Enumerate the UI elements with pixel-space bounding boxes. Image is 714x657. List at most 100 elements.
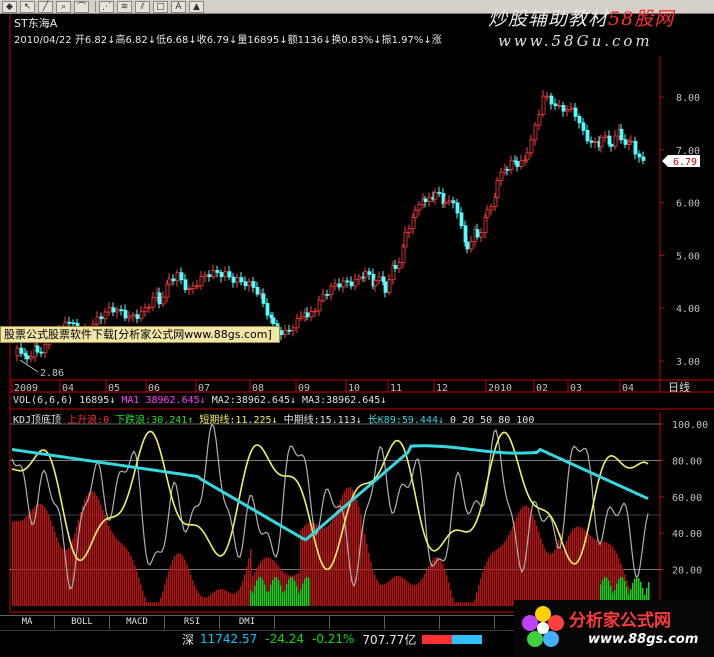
indicator-red-bar <box>384 584 386 606</box>
indicator-red-bar <box>512 526 514 606</box>
channel-icon[interactable]: ⫽ <box>135 0 150 13</box>
cursor-icon[interactable]: ↖ <box>20 0 35 13</box>
indicator-red-bar <box>516 516 518 606</box>
indicator-green-bar <box>280 585 282 606</box>
pattern-icon[interactable]: ≋ <box>117 0 132 13</box>
diamond-icon[interactable]: ◆ <box>2 0 17 13</box>
indicator-red-bar <box>372 568 374 606</box>
candle-body <box>489 205 494 211</box>
indicator-red-bar <box>104 515 106 606</box>
time-tick-label: 04 <box>622 383 634 394</box>
candle-body <box>525 152 530 161</box>
indicator-name: KDJ顶底顶 <box>13 415 62 426</box>
indicator-red-bar <box>86 495 88 606</box>
tab-ma[interactable]: MA <box>0 616 55 629</box>
candle-body <box>179 272 184 281</box>
candle-body <box>147 306 152 309</box>
tab-empty-6[interactable] <box>275 616 330 629</box>
tab-empty-7[interactable] <box>330 616 385 629</box>
volume-ma1: MA1 38962.645↓ <box>121 395 206 406</box>
tab-boll[interactable]: BOLL <box>55 616 110 629</box>
candle-body <box>349 281 354 287</box>
indicator-red-bar <box>566 540 568 606</box>
price-tick-label: 6.00 <box>676 199 700 210</box>
indicator-red-bar <box>182 556 184 606</box>
indicator-red-bar <box>212 592 214 606</box>
fan-icon[interactable]: ⋰ <box>99 0 114 13</box>
tab-rsi[interactable]: RSI <box>165 616 220 629</box>
indicator-red-bar <box>390 579 392 606</box>
candle-body <box>557 105 562 107</box>
arrow-up-icon[interactable]: ▲ <box>189 0 204 13</box>
indicator-red-bar <box>98 499 100 606</box>
tab-macd[interactable]: MACD <box>110 616 165 629</box>
indicator-down: 下跌浪:30.241↑ <box>115 415 194 426</box>
zoom-icon[interactable]: ⌕ <box>56 0 71 13</box>
indicator-green-bar <box>294 580 296 606</box>
indicator-red-bar <box>52 526 54 606</box>
indicator-short: 短期线:11.225↓ <box>199 415 278 426</box>
candle-body <box>231 276 236 283</box>
candle-body <box>613 135 618 147</box>
square-icon[interactable]: □ <box>153 0 168 13</box>
text-icon[interactable]: A <box>171 0 186 13</box>
tab-dmi[interactable]: DMI <box>220 616 275 629</box>
candle-body <box>345 280 350 283</box>
candle-body <box>313 310 318 313</box>
indicator-red-bar <box>458 602 460 606</box>
indicator-long: 长K89:59.444↓ <box>367 415 445 426</box>
trend-icon[interactable]: ⌒ <box>74 0 89 13</box>
indicator-red-bar <box>204 597 206 606</box>
indicator-red-bar <box>230 593 232 606</box>
candle-body <box>219 272 224 278</box>
indicator-red-bar <box>544 548 546 606</box>
indicator-red-bar <box>578 526 580 606</box>
candle-body <box>353 278 358 287</box>
candle-body <box>119 309 124 312</box>
indicator-red-bar <box>552 552 554 606</box>
price-tick-label: 8.00 <box>676 93 700 104</box>
indicator-red-bar <box>508 534 510 606</box>
indicator-red-bar <box>460 602 462 606</box>
candle-body <box>299 316 304 319</box>
indicator-red-bar <box>580 527 582 606</box>
indicator-y-axis: 100.00 80.00 60.00 40.00 20.00 <box>660 420 708 577</box>
indicator-red-bar <box>582 528 584 606</box>
indicator-tick-label: 40.00 <box>672 529 702 540</box>
indicator-red-bar <box>492 552 494 606</box>
promo-banner[interactable]: 股票公式股票软件下载[分析家公式网www.88gs.com] <box>0 326 280 343</box>
indicator-red-bar <box>536 525 538 606</box>
tab-empty-8[interactable] <box>385 616 440 629</box>
candle-body <box>187 288 192 291</box>
indicator-red-bar <box>456 602 458 606</box>
indicator-red-bar <box>246 566 248 606</box>
indicator-red-bar <box>392 577 394 606</box>
indicator-red-bar <box>92 491 94 606</box>
candle-body <box>623 139 628 145</box>
candle-body <box>161 296 166 305</box>
status-market: 深 <box>182 632 195 647</box>
candle-body <box>593 140 598 143</box>
candle-body <box>373 280 378 287</box>
indicator-red-bar <box>28 513 30 606</box>
candle-body <box>417 203 422 211</box>
indicator-red-bar <box>174 556 176 606</box>
indicator-red-bar <box>376 579 378 606</box>
indicator-tick-label: 60.00 <box>672 493 702 504</box>
indicator-red-bar <box>142 590 144 606</box>
status-percent: -0.21% <box>311 632 355 646</box>
indicator-red-bar <box>96 495 98 606</box>
candle-body <box>71 322 76 325</box>
candle-body <box>139 311 144 319</box>
candle-body <box>251 281 256 288</box>
tab-empty-9[interactable] <box>440 616 495 629</box>
indicator-green-bar <box>284 590 286 606</box>
status-amount: 707.77亿 <box>362 632 417 647</box>
line-draw-icon[interactable]: ╱ <box>38 0 53 13</box>
indicator-red-bar <box>446 575 448 606</box>
indicator-red-bar <box>210 594 212 606</box>
indicator-red-bar <box>490 554 492 606</box>
indicator-red-bar <box>556 545 558 606</box>
indicator-red-bar <box>110 529 112 606</box>
candle-body <box>255 287 260 295</box>
